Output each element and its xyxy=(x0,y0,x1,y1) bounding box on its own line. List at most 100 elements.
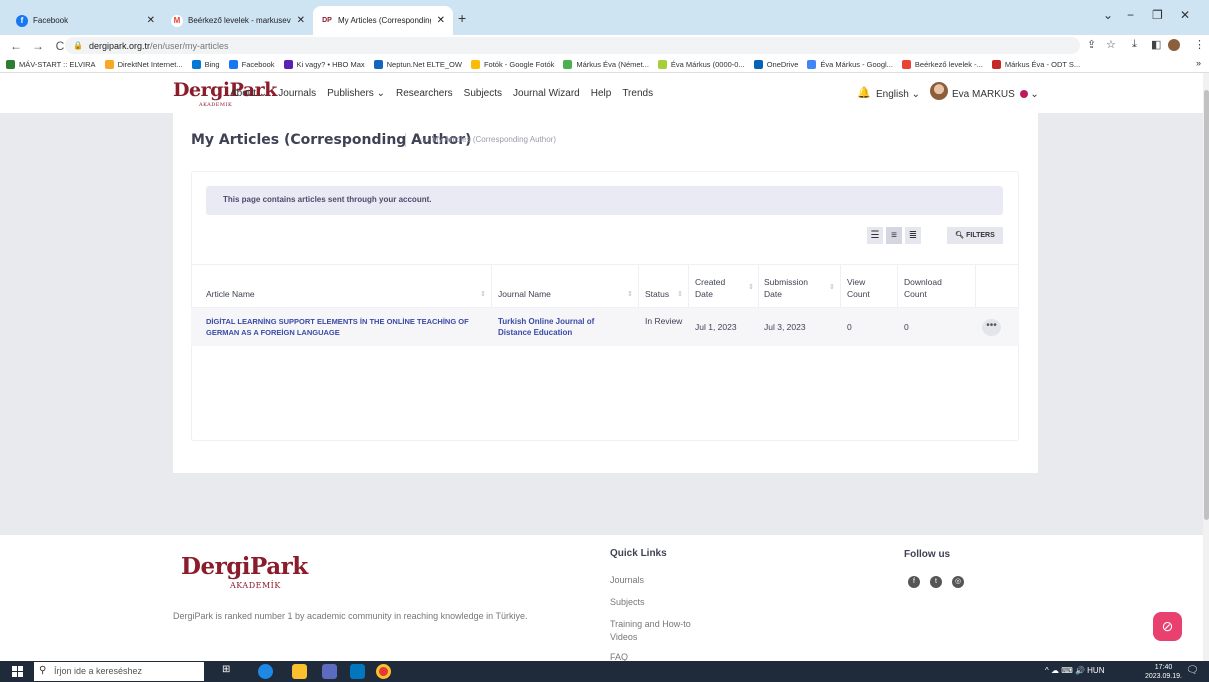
close-icon[interactable]: ✕ xyxy=(437,15,445,26)
sort-icon[interactable]: ⇕ xyxy=(677,290,683,298)
taskbar: ⚲ Írjon ide a kereséshez ⊞ ^ ☁ ⌨ 🔊 HUN 1… xyxy=(0,661,1209,682)
facebook-icon: f xyxy=(16,14,28,27)
bookmark-item[interactable]: Éva Márkus (0000-0... xyxy=(657,59,745,69)
taskbar-search[interactable]: ⚲ Írjon ide a kereséshez xyxy=(34,662,204,681)
clock-time: 17:40 xyxy=(1154,664,1173,671)
close-icon[interactable]: ✕ xyxy=(297,15,305,26)
col-download-count[interactable]: Download Count xyxy=(904,276,959,300)
breadcrumb[interactable]: ⌂ - My Articles (Corresponding Author) xyxy=(420,135,556,144)
profile-avatar-icon[interactable] xyxy=(1168,39,1180,51)
bookmark-item[interactable]: DirektNet Internet... xyxy=(104,59,183,69)
edge-icon[interactable] xyxy=(258,664,273,679)
compass-icon[interactable]: ⊘ xyxy=(1153,612,1182,641)
sort-icon[interactable]: ⇕ xyxy=(480,290,486,298)
bookmark-icon xyxy=(563,59,573,69)
minimize-button[interactable]: − xyxy=(1127,8,1134,22)
scrollbar-thumb[interactable] xyxy=(1204,90,1209,520)
twitter-icon[interactable]: t xyxy=(930,576,942,588)
bookmark-item[interactable]: Neptun.Net ELTE_OW xyxy=(373,59,462,69)
col-created-date[interactable]: Created Date xyxy=(695,276,740,300)
more-actions-button[interactable]: ••• xyxy=(982,319,1001,336)
bookmark-item[interactable]: Márkus Éva (Német... xyxy=(563,59,649,69)
sort-icon[interactable]: ⇕ xyxy=(829,283,835,291)
menu-help[interactable]: Help xyxy=(591,88,612,99)
col-article-name[interactable]: Article Name xyxy=(206,289,255,299)
bookmark-item[interactable]: Éva Márkus - Googl... xyxy=(807,59,893,69)
chrome-icon[interactable] xyxy=(376,664,391,679)
instagram-icon[interactable]: ◎ xyxy=(952,576,964,588)
footer-link-subjects[interactable]: Subjects xyxy=(610,597,645,607)
close-window-button[interactable]: ✕ xyxy=(1180,8,1190,22)
tab-my-articles[interactable]: DP My Articles (Corresponding Auth ✕ xyxy=(313,6,453,35)
menu-journals[interactable]: Journals xyxy=(278,88,316,99)
sort-icon[interactable]: ⇕ xyxy=(748,283,754,291)
bookmark-item[interactable]: Fotók - Google Fotók xyxy=(470,59,554,69)
task-view-icon[interactable]: ⊞ xyxy=(222,664,237,679)
url-path: /en/user/my-articles xyxy=(150,40,229,51)
bookmark-icon xyxy=(807,59,817,69)
bookmark-icon xyxy=(6,59,15,69)
menu-subjects[interactable]: Subjects xyxy=(464,88,502,99)
menu-trends[interactable]: Trends xyxy=(622,88,653,99)
bookmark-item[interactable]: Bing xyxy=(191,59,220,69)
system-tray[interactable]: ^ ☁ ⌨ 🔊 HUN xyxy=(1045,666,1104,675)
bookmarks-more-icon[interactable]: » xyxy=(1196,58,1201,68)
bookmark-item[interactable]: Facebook xyxy=(228,59,275,69)
language-selector[interactable]: English ⌄ xyxy=(876,89,920,100)
col-journal-name[interactable]: Journal Name xyxy=(498,289,551,299)
user-menu[interactable]: Eva MARKUS ⌄ xyxy=(952,89,1039,100)
bookmark-item[interactable]: OneDrive xyxy=(753,59,798,69)
share-icon[interactable]: ⇪ xyxy=(1087,38,1096,51)
close-icon[interactable]: ✕ xyxy=(147,15,155,26)
bookmark-item[interactable]: MÁV-START :: ELVIRA xyxy=(6,59,96,69)
menu-about[interactable]: About ⌄ xyxy=(230,88,267,99)
view-toggle: ☰ ≡ ≣ xyxy=(867,227,924,244)
tab-gmail[interactable]: M Beérkező levelek - markuseva70@ ✕ xyxy=(163,6,313,35)
sidepanel-icon[interactable]: ◧ xyxy=(1151,38,1161,51)
star-icon[interactable]: ☆ xyxy=(1106,38,1116,51)
compact-view-icon[interactable]: ☰ xyxy=(867,227,883,244)
browser-toolbar: ← → C 🔒 dergipark.org.tr/en/user/my-arti… xyxy=(0,35,1209,56)
divider xyxy=(405,133,406,147)
menu-publishers[interactable]: Publishers ⌄ xyxy=(327,88,385,99)
new-tab-button[interactable]: + xyxy=(458,10,466,26)
detail-view-icon[interactable]: ≣ xyxy=(905,227,921,244)
journal-link[interactable]: Turkish Online Journal of Distance Educa… xyxy=(498,316,628,338)
download-icon[interactable]: ⤓ xyxy=(1132,38,1137,51)
kebab-menu-icon[interactable]: ⋮ xyxy=(1194,38,1205,51)
main-menu: About ⌄ Journals Publishers ⌄ Researcher… xyxy=(230,88,664,99)
article-link[interactable]: DİGİTAL LEARNİNG SUPPORT ELEMENTS İN THE… xyxy=(206,316,486,338)
bookmarks-bar: MÁV-START :: ELVIRA DirektNet Internet...… xyxy=(0,56,1209,73)
facebook-icon[interactable]: f xyxy=(908,576,920,588)
bookmark-icon xyxy=(991,59,1001,69)
menu-researchers[interactable]: Researchers xyxy=(396,88,453,99)
tab-search-icon[interactable]: ⌄ xyxy=(1103,8,1113,22)
bookmark-item[interactable]: Márkus Éva - ODT S... xyxy=(991,59,1080,69)
col-submission-date[interactable]: Submission Date xyxy=(764,276,824,300)
address-bar[interactable]: 🔒 dergipark.org.tr/en/user/my-articles xyxy=(65,37,1080,54)
tab-facebook[interactable]: f Facebook ✕ xyxy=(8,6,163,35)
footer-link-training[interactable]: Training and How-to Videos xyxy=(610,618,720,644)
outlook-icon[interactable] xyxy=(350,664,365,679)
menu-journal-wizard[interactable]: Journal Wizard xyxy=(513,88,580,99)
footer-link-journals[interactable]: Journals xyxy=(610,575,644,585)
filters-button[interactable]: 🔍︎ FILTERS xyxy=(947,227,1003,244)
bell-icon[interactable]: 🔔 xyxy=(857,86,871,99)
file-explorer-icon[interactable] xyxy=(292,664,307,679)
list-view-icon[interactable]: ≡ xyxy=(886,227,902,244)
user-name: Eva MARKUS xyxy=(952,89,1015,100)
forward-icon[interactable]: → xyxy=(32,39,44,53)
col-view-count[interactable]: View Count xyxy=(847,276,887,300)
sort-icon[interactable]: ⇕ xyxy=(627,290,633,298)
clock[interactable]: 17:40 2023.09.19. xyxy=(1145,663,1182,681)
notification-icon[interactable]: 🗨 xyxy=(1186,665,1199,676)
bookmark-item[interactable]: Ki vagy? • HBO Max xyxy=(283,59,365,69)
footer-logo[interactable]: DergiPark xyxy=(181,553,308,580)
teams-icon[interactable] xyxy=(322,664,337,679)
col-status[interactable]: Status xyxy=(645,289,669,299)
avatar[interactable] xyxy=(930,82,948,100)
back-icon[interactable]: ← xyxy=(10,39,22,53)
windows-start-icon[interactable] xyxy=(12,666,24,677)
bookmark-item[interactable]: Beérkező levelek -... xyxy=(901,59,983,69)
restore-button[interactable]: ❐ xyxy=(1152,8,1163,22)
